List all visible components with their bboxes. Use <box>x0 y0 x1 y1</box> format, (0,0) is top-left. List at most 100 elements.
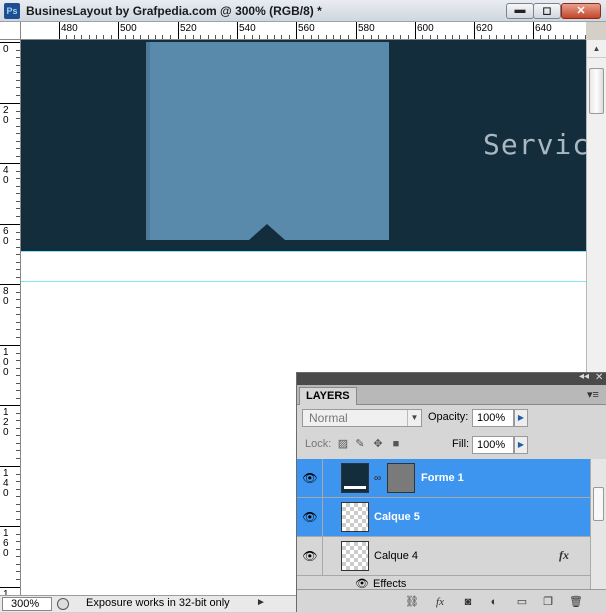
lock-position-icon[interactable]: ✥ <box>372 438 384 450</box>
add-fx-icon[interactable]: fx <box>431 594 449 610</box>
lock-image-icon[interactable]: ✎ <box>354 438 366 450</box>
fill-input[interactable]: 100% <box>472 436 514 454</box>
effects-label: Effects <box>373 578 407 589</box>
guide-line[interactable] <box>21 281 586 282</box>
lock-transparency-icon[interactable]: ▨ <box>337 438 349 450</box>
opacity-input[interactable]: 100% <box>472 409 514 427</box>
ruler-minor-tick <box>16 329 20 330</box>
scroll-thumb[interactable] <box>589 68 604 114</box>
mask-link-icon[interactable]: ∞ <box>374 473 381 484</box>
panel-tab-bar: LAYERS ▾≡ <box>297 385 606 405</box>
ruler-minor-tick <box>16 262 20 263</box>
ruler-minor-tick <box>16 420 20 421</box>
ruler-tick-label: 1 2 0 <box>3 407 9 438</box>
lock-all-icon[interactable]: ■ <box>390 438 402 450</box>
collapse-panel-icon[interactable]: ◂◂ <box>579 371 589 382</box>
ruler-minor-tick <box>371 35 372 39</box>
status-info-icon[interactable] <box>57 598 69 610</box>
layer-thumbnail <box>341 502 369 532</box>
close-button[interactable]: ✕ <box>561 3 601 19</box>
fill-label: Fill: <box>452 438 470 450</box>
scroll-up-arrow-icon[interactable]: ▲ <box>587 40 606 58</box>
layer-row-forme-1[interactable]: 👁 ∞ Forme 1 <box>297 459 590 498</box>
ruler-minor-tick <box>81 35 82 39</box>
document-title: BusinesLayout by Grafpedia.com @ 300% (R… <box>26 4 322 18</box>
scroll-thumb[interactable] <box>593 487 604 521</box>
panel-top-bar[interactable]: ◂◂ ✕ <box>297 371 606 385</box>
ruler-minor-tick <box>16 474 20 475</box>
maximize-button[interactable]: ◻ <box>533 3 561 19</box>
ruler-minor-tick <box>577 35 578 39</box>
ruler-minor-tick <box>103 35 104 39</box>
visibility-eye-icon[interactable]: 👁 <box>301 548 319 564</box>
ruler-minor-tick <box>570 35 571 39</box>
ruler-minor-tick <box>16 239 20 240</box>
nav-pointer-triangle <box>249 224 285 240</box>
ruler-minor-tick <box>16 95 20 96</box>
ruler-minor-tick <box>16 337 20 338</box>
visibility-eye-icon[interactable]: 👁 <box>301 509 319 525</box>
ruler-minor-tick <box>16 519 20 520</box>
vector-mask-thumbnail[interactable] <box>387 463 415 493</box>
ruler-major-tick <box>0 284 20 285</box>
ruler-tick-label: 500 <box>120 23 137 34</box>
layer-row-calque-4[interactable]: 👁 Calque 4 fx <box>297 537 590 576</box>
effects-row[interactable]: 👁 Effects <box>297 576 590 589</box>
ruler-minor-tick <box>555 35 556 39</box>
ruler-minor-tick <box>16 579 20 580</box>
vertical-ruler[interactable]: 02 04 06 08 01 0 01 2 01 4 01 6 01 8 <box>0 40 21 595</box>
fill-slider-arrow-icon[interactable]: ▶ <box>514 436 528 454</box>
minimize-button[interactable]: ▬ <box>506 3 534 19</box>
ruler-minor-tick <box>170 35 171 39</box>
new-layer-icon[interactable]: ❐ <box>539 594 557 610</box>
ruler-minor-tick <box>16 496 20 497</box>
zoom-level-field[interactable]: 300% <box>2 597 52 611</box>
ruler-minor-tick <box>16 375 20 376</box>
ruler-minor-tick <box>140 35 141 39</box>
ruler-minor-tick <box>16 141 20 142</box>
ruler-minor-tick <box>16 133 20 134</box>
ruler-major-tick <box>415 22 416 39</box>
ruler-minor-tick <box>16 254 20 255</box>
layer-effects-fx-icon[interactable]: fx <box>559 548 569 563</box>
ruler-minor-tick <box>66 35 67 39</box>
adjustment-layer-icon[interactable]: ◐ <box>485 594 503 610</box>
window-title-bar[interactable]: Ps BusinesLayout by Grafpedia.com @ 300%… <box>0 0 606 22</box>
link-layers-icon[interactable]: ⛓ <box>403 594 421 610</box>
blend-mode-select[interactable]: Normal ▼ <box>302 409 422 427</box>
layer-thumbnail <box>341 541 369 571</box>
ruler-minor-tick <box>511 35 512 39</box>
tab-layers[interactable]: LAYERS <box>299 387 357 405</box>
ruler-major-tick <box>0 587 20 588</box>
ruler-minor-tick <box>16 111 20 112</box>
ruler-minor-tick <box>16 72 20 73</box>
ruler-major-tick <box>0 224 20 225</box>
ruler-minor-tick <box>74 35 75 39</box>
ruler-minor-tick <box>16 57 20 58</box>
ruler-minor-tick <box>274 35 275 39</box>
ruler-minor-tick <box>311 35 312 39</box>
opacity-slider-arrow-icon[interactable]: ▶ <box>514 409 528 427</box>
ruler-minor-tick <box>16 511 20 512</box>
horizontal-ruler[interactable]: 480 500 520 540 560 580 600 620 640 <box>21 22 586 40</box>
visibility-eye-icon[interactable]: 👁 <box>301 470 319 486</box>
delete-layer-trash-icon[interactable]: 🗑 <box>567 594 585 610</box>
ruler-origin[interactable] <box>0 22 21 40</box>
ruler-major-tick <box>118 22 119 39</box>
close-panel-icon[interactable]: ✕ <box>595 372 603 383</box>
ruler-minor-tick <box>16 216 20 217</box>
layer-list-scrollbar[interactable] <box>590 459 606 589</box>
effects-visibility-eye-icon[interactable]: 👁 <box>355 577 369 589</box>
ruler-minor-tick <box>16 87 20 88</box>
panel-menu-icon[interactable]: ▾≡ <box>587 388 599 401</box>
guide-line[interactable] <box>21 251 586 252</box>
new-group-folder-icon[interactable]: ▭ <box>513 594 531 610</box>
ruler-minor-tick <box>585 35 586 39</box>
add-mask-icon[interactable]: ◙ <box>459 594 477 610</box>
ruler-minor-tick <box>281 35 282 39</box>
ruler-minor-tick <box>16 50 20 51</box>
ruler-major-tick <box>0 526 20 527</box>
status-menu-arrow-icon[interactable]: ► <box>256 597 266 608</box>
ruler-tick-label: 4 0 <box>3 165 9 186</box>
layer-row-calque-5[interactable]: 👁 Calque 5 <box>297 498 590 537</box>
